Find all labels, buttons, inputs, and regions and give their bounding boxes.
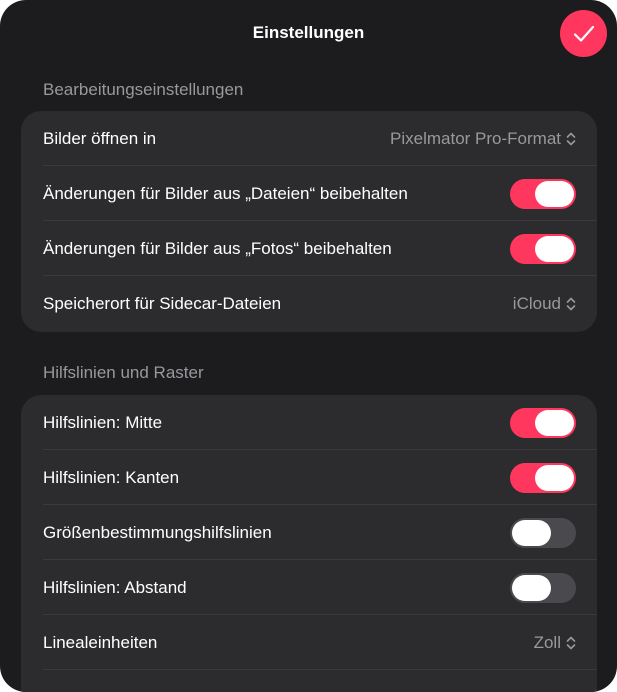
keep-photos-edits-toggle[interactable] <box>510 233 576 264</box>
group-editing-settings: Bilder öffnen in Pixelmator Pro-Format Ä… <box>21 111 597 332</box>
row-open-images-in: Bilder öffnen in Pixelmator Pro-Format <box>21 111 597 166</box>
row-ruler-units: Linealeinheiten Zoll <box>21 615 597 670</box>
page-title: Einstellungen <box>252 23 365 42</box>
guides-edges-toggle[interactable] <box>510 462 576 493</box>
chevron-up-down-icon <box>566 132 576 145</box>
toggle-knob <box>535 464 574 491</box>
row-label: Linealeinheiten <box>43 632 158 652</box>
row-label: Hilfslinien: Abstand <box>43 577 187 597</box>
row-label: Änderungen für Bilder aus „Fotos“ beibeh… <box>43 238 392 258</box>
section-header-editing: Bearbeitungseinstellungen <box>43 80 244 99</box>
picker-value: iCloud <box>512 293 561 313</box>
checkmark-icon <box>573 25 594 42</box>
toggle-knob <box>535 409 574 436</box>
row-label: Hilfslinien: Mitte <box>43 412 163 432</box>
settings-sheet: Einstellungen Bearbeitungseinstellungen … <box>0 0 617 692</box>
sidecar-location-picker[interactable]: iCloud <box>513 294 576 314</box>
row-label: Änderungen für Bilder aus „Dateien“ beib… <box>43 183 408 203</box>
row-keep-files-edits: Änderungen für Bilder aus „Dateien“ beib… <box>21 166 597 221</box>
row-label: Größenbestimmungshilfslinien <box>43 522 272 542</box>
chevron-up-down-icon <box>566 636 576 649</box>
row-label: Bilder öffnen in <box>43 128 157 148</box>
row-label: Speicherort für Sidecar-Dateien <box>43 293 282 313</box>
row-guides-edges: Hilfslinien: Kanten <box>21 450 597 505</box>
row-guides-center: Hilfslinien: Mitte <box>21 395 597 450</box>
spacing-guides-toggle[interactable] <box>510 572 576 603</box>
toggle-knob <box>535 235 574 262</box>
row-label: Hilfslinien: Kanten <box>43 467 180 487</box>
open-format-picker[interactable]: Pixelmator Pro-Format <box>390 129 576 149</box>
sheet-header: Einstellungen <box>0 0 617 70</box>
row-spacing-guides: Hilfslinien: Abstand <box>21 560 597 615</box>
picker-value: Zoll <box>533 632 561 652</box>
row-divider <box>43 669 597 670</box>
done-button[interactable] <box>560 10 607 57</box>
sizing-guides-toggle[interactable] <box>510 517 576 548</box>
toggle-knob <box>535 180 574 207</box>
picker-value: Pixelmator Pro-Format <box>390 128 561 148</box>
keep-files-edits-toggle[interactable] <box>510 178 576 209</box>
section-header-guides: Hilfslinien und Raster <box>43 363 204 382</box>
ruler-units-picker[interactable]: Zoll <box>534 633 576 653</box>
guides-center-toggle[interactable] <box>510 407 576 438</box>
row-sizing-guides: Größenbestimmungshilfslinien <box>21 505 597 560</box>
toggle-knob <box>512 574 551 601</box>
row-sidecar-location: Speicherort für Sidecar-Dateien iCloud <box>21 276 597 331</box>
chevron-up-down-icon <box>566 297 576 310</box>
toggle-knob <box>512 519 551 546</box>
group-guides-grid: Hilfslinien: Mitte Hilfslinien: Kanten G… <box>21 395 597 692</box>
row-keep-photos-edits: Änderungen für Bilder aus „Fotos“ beibeh… <box>21 221 597 276</box>
